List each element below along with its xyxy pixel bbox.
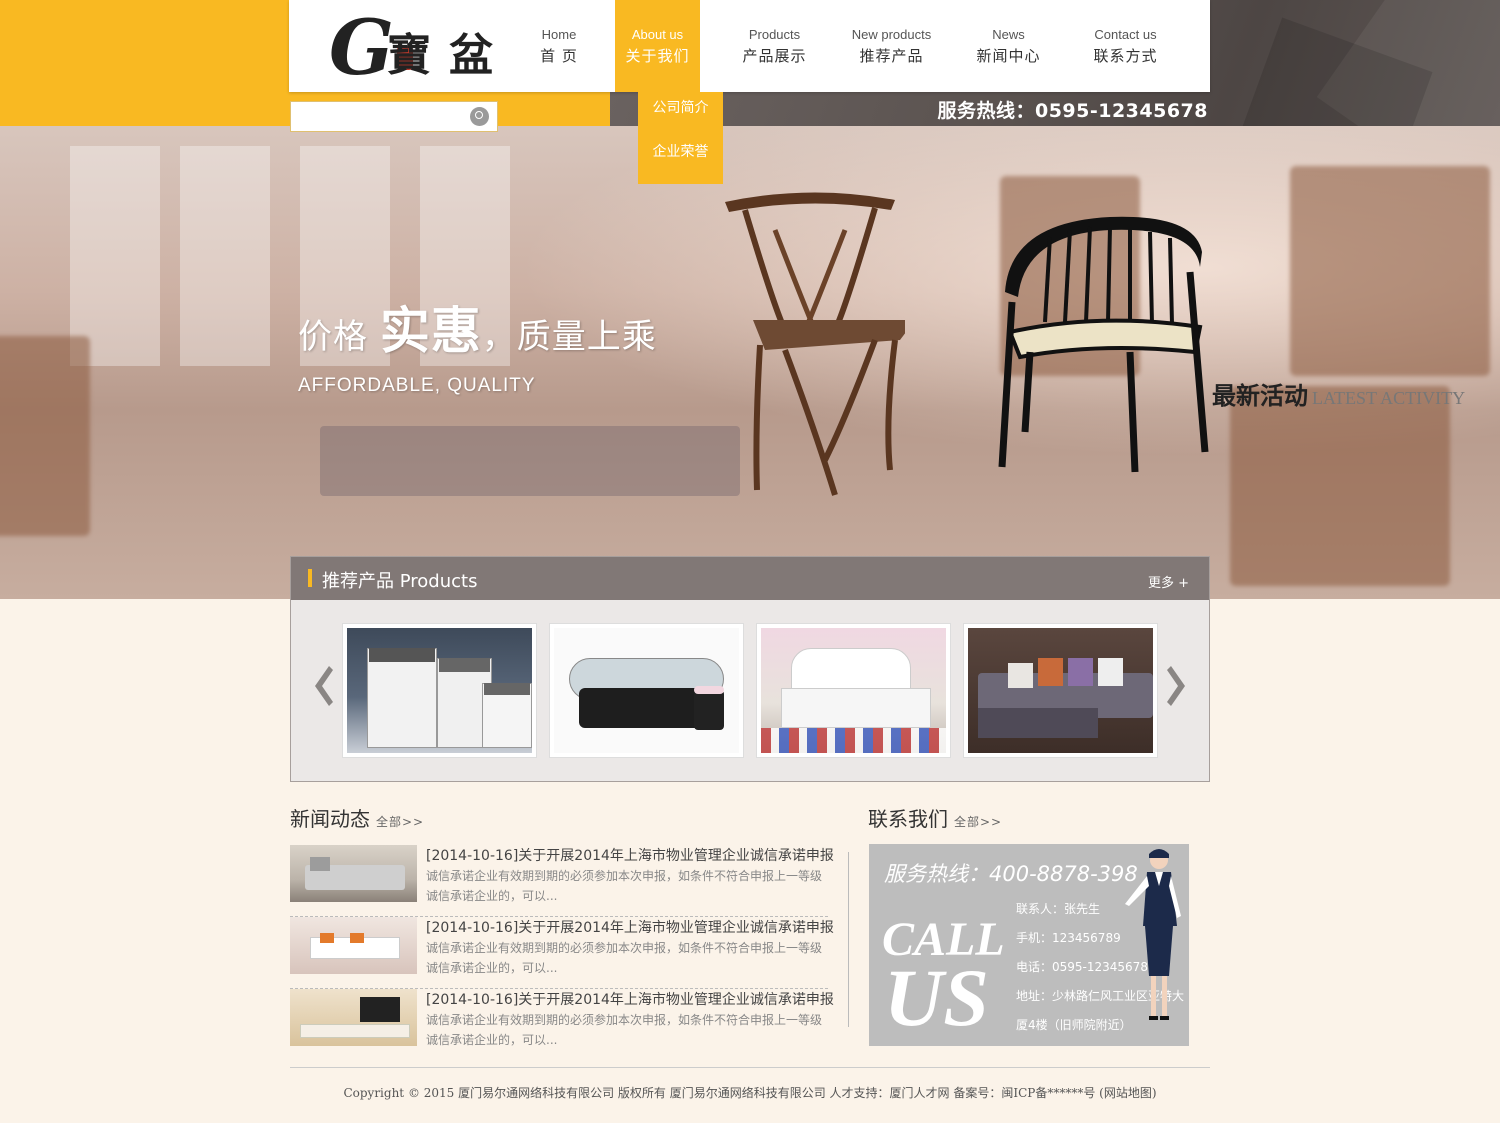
wooden-chair-image xyxy=(725,192,905,496)
dropdown-item-honors[interactable]: 企业荣誉 xyxy=(638,136,723,180)
news-more-link[interactable]: 全部>> xyxy=(376,815,424,829)
contact-more-link[interactable]: 全部>> xyxy=(954,815,1002,829)
recommended-products-panel: 推荐产品 Products 更多 + xyxy=(290,556,1210,782)
svg-text:G: G xyxy=(329,8,394,84)
news-item[interactable]: [2014-10-16]关于开展2014年上海市物业管理企业诚信承诺申报 诚信承… xyxy=(290,917,834,989)
brand-logo[interactable]: G 寶 盆 xyxy=(329,8,509,84)
products-header: 推荐产品 Products 更多 + xyxy=(291,557,1209,600)
chevron-left-icon[interactable] xyxy=(311,664,333,708)
contact-card: 服务热线：400-8878-398 CALL US 联系人：张先生 手机：123… xyxy=(869,844,1189,1046)
header-bar: G 寶 盆 Home 首 页 About us 关于我们 Products 产品… xyxy=(289,0,1210,92)
nav-about[interactable]: About us 关于我们 xyxy=(615,0,700,92)
news-thumbnail xyxy=(290,917,417,974)
news-item[interactable]: [2014-10-16]关于开展2014年上海市物业管理企业诚信承诺申报 诚信承… xyxy=(290,989,834,1061)
search-icon[interactable] xyxy=(470,107,489,126)
product-item-bed[interactable] xyxy=(756,623,951,758)
product-item-glass-table[interactable] xyxy=(549,623,744,758)
footer-divider xyxy=(290,1067,1210,1068)
main-nav: Home 首 页 About us 关于我们 Products 产品展示 New… xyxy=(519,0,1184,92)
section-divider xyxy=(848,852,849,1027)
nav-contact[interactable]: Contact us 联系方式 xyxy=(1067,0,1184,92)
search-input[interactable] xyxy=(295,105,465,128)
latest-activity-label: 最新活动 LATEST ACTIVITY xyxy=(1212,382,1466,410)
nav-new-products[interactable]: New products 推荐产品 xyxy=(833,0,950,92)
hero-banner: 价格 实惠，质量上乘 AFFORDABLE, QUALITY 最新活动 LATES… xyxy=(0,126,1500,599)
products-more-link[interactable]: 更多 + xyxy=(1148,572,1189,591)
banner-slogan-en: AFFORDABLE, QUALITY xyxy=(298,375,536,396)
nav-home[interactable]: Home 首 页 xyxy=(519,0,599,92)
dropdown-item-company-profile[interactable]: 公司简介 xyxy=(638,92,723,136)
contact-section-title: 联系我们 全部>> xyxy=(868,807,1003,831)
product-item-cabinet[interactable] xyxy=(342,623,537,758)
header-hotline: 服务热线：0595-12345678 xyxy=(937,100,1208,122)
chevron-right-icon[interactable] xyxy=(1167,664,1189,708)
news-section-title: 新闻动态 全部>> xyxy=(290,807,425,831)
products-title: 推荐产品 Products xyxy=(322,571,478,592)
product-item-sofa[interactable] xyxy=(963,623,1158,758)
news-item[interactable]: [2014-10-16]关于开展2014年上海市物业管理企业诚信承诺申报 诚信承… xyxy=(290,845,834,917)
svg-text:盆: 盆 xyxy=(449,30,493,81)
footer-copyright: Copyright © 2015 厦门易尔通网络科技有限公司 版权所有 厦门易尔… xyxy=(343,1086,1157,1100)
attendant-illustration xyxy=(1125,849,1181,1020)
banner-slogan: 价格 实惠，质量上乘 AFFORDABLE, QUALITY xyxy=(298,302,657,396)
contact-hotline: 服务热线：400-8878-398 xyxy=(884,862,1138,886)
about-dropdown-menu: 公司简介 企业荣誉 xyxy=(638,92,723,184)
news-thumbnail xyxy=(290,989,417,1046)
news-thumbnail xyxy=(290,845,417,902)
search-box xyxy=(290,101,498,132)
us-text: US xyxy=(884,952,989,1043)
news-list: [2014-10-16]关于开展2014年上海市物业管理企业诚信承诺申报 诚信承… xyxy=(290,845,834,1061)
nav-news[interactable]: News 新闻中心 xyxy=(950,0,1067,92)
black-chair-image xyxy=(998,216,1209,473)
svg-text:寶: 寶 xyxy=(387,30,431,81)
nav-products[interactable]: Products 产品展示 xyxy=(716,0,833,92)
